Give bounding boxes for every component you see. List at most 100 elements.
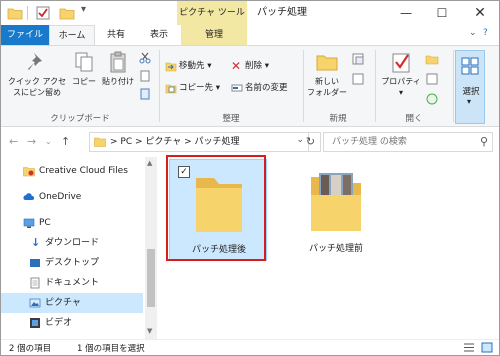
open-icon[interactable] [425, 52, 439, 66]
nav-item-label: ドキュメント [45, 278, 100, 288]
paste-button[interactable]: 貼り付け [99, 50, 137, 87]
edit-icon[interactable] [425, 72, 439, 86]
delete-button[interactable]: ✕ 削除 ▾ [231, 58, 269, 74]
details-view-icon[interactable] [463, 342, 475, 353]
nav-item-videos[interactable]: ビデオ [1, 313, 143, 333]
large-icons-view-icon[interactable] [481, 342, 493, 353]
toolbar-separator [27, 6, 28, 20]
paste-shortcut-icon[interactable] [139, 88, 151, 100]
pin-label-line2: スにピン留め [13, 88, 61, 97]
organize-group-label: 整理 [222, 114, 240, 124]
item-count: 2 個の項目 [9, 344, 52, 354]
search-icon: ⚲ [479, 135, 488, 148]
delete-label: 削除 [245, 61, 263, 71]
nav-item-label: ビデオ [45, 318, 73, 328]
properties-icon [392, 53, 410, 73]
recent-locations-icon[interactable]: ⌄ [45, 137, 52, 146]
folder-icon[interactable] [7, 5, 23, 21]
new-group-label: 新規 [329, 114, 347, 124]
copy-button[interactable]: コピー [69, 50, 99, 87]
move-to-button[interactable]: 移動先 ▾ [165, 58, 211, 74]
copy-to-button[interactable]: コピー先 ▾ [165, 80, 220, 96]
picture-tools-context-tab: ピクチャ ツール [177, 1, 247, 25]
download-arrow-icon: ↓ [31, 236, 41, 249]
tab-manage[interactable]: 管理 [181, 25, 247, 45]
pictures-icon [29, 298, 41, 308]
minimize-button[interactable]: — [389, 1, 423, 25]
breadcrumb[interactable]: > PC > ピクチャ > パッチ処理 [110, 133, 240, 151]
scroll-up-icon[interactable]: ▲ [147, 159, 152, 167]
rename-icon [231, 84, 243, 91]
clipboard-group-label: クリップボード [50, 114, 110, 124]
desktop-icon [30, 259, 40, 267]
help-icon[interactable]: ? [483, 28, 488, 38]
search-input[interactable] [324, 133, 464, 151]
new-folder-quick-icon[interactable] [59, 5, 75, 21]
rename-label: 名前の変更 [245, 83, 288, 93]
copy-icon [75, 52, 93, 72]
file-name: パッチ処理前 [308, 244, 363, 254]
history-icon[interactable] [425, 92, 439, 106]
nav-item-pictures[interactable]: ピクチャ [1, 293, 143, 313]
new-folder-line1: 新しい [315, 77, 339, 86]
nav-item-label: OneDrive [39, 192, 82, 202]
new-folder-button[interactable]: 新しい フォルダー [307, 50, 347, 98]
status-bar: 2 個の項目 1 個の項目を選択 [1, 339, 499, 355]
forward-arrow-icon[interactable]: → [27, 135, 36, 148]
up-arrow-icon[interactable]: ↑ [61, 135, 70, 148]
folder-item-before[interactable]: パッチ処理前 [287, 159, 385, 261]
tab-home[interactable]: ホーム [49, 25, 95, 45]
open-group-label: 開く [405, 114, 423, 124]
select-button[interactable]: 選択 ▾ [455, 50, 485, 124]
rename-button[interactable]: 名前の変更 [231, 80, 288, 96]
folder-icon [94, 137, 106, 147]
nav-item-onedrive[interactable]: OneDrive [1, 187, 143, 207]
scroll-down-icon[interactable]: ▼ [147, 327, 152, 335]
nav-item-creative-cloud[interactable]: Creative Cloud Files [1, 161, 143, 181]
select-dropdown-icon: ▾ [467, 97, 472, 106]
quick-access-dropdown-icon[interactable]: ▾ [81, 4, 91, 20]
search-box[interactable]: ⚲ [323, 132, 493, 152]
nav-item-label: Creative Cloud Files [39, 166, 128, 176]
copy-label: コピー [72, 77, 96, 86]
ribbon-collapse-icon[interactable]: ⌄ [469, 28, 477, 38]
ribbon-tabs: ファイル ホーム 共有 表示 管理 ⌄ ? [1, 25, 499, 45]
scrollbar-thumb[interactable] [147, 249, 155, 307]
new-item-icon[interactable] [351, 52, 365, 66]
tab-file[interactable]: ファイル [1, 25, 49, 45]
maximize-button[interactable]: ☐ [425, 1, 459, 25]
pin-quick-access-button[interactable]: クイック アクセ スにピン留め [5, 50, 69, 98]
group-separator [375, 50, 376, 122]
nav-item-downloads[interactable]: ↓ ダウンロード [1, 233, 143, 253]
selected-count: 1 個の項目を選択 [77, 344, 145, 354]
cloud-icon [23, 193, 35, 200]
close-button[interactable]: ✕ [463, 1, 497, 25]
back-arrow-icon[interactable]: ← [9, 135, 18, 148]
nav-item-label: PC [39, 218, 51, 228]
group-separator [453, 50, 454, 122]
refresh-icon: ↻ [305, 135, 316, 148]
highlight-annotation [166, 155, 266, 261]
nav-item-desktop[interactable]: デスクトップ [1, 253, 143, 273]
cut-icon[interactable] [139, 52, 151, 64]
video-icon [30, 318, 40, 328]
address-bar[interactable]: > PC > ピクチャ > パッチ処理 ⌄ [89, 132, 309, 152]
copy-path-icon[interactable] [139, 70, 151, 82]
tab-share[interactable]: 共有 [97, 25, 135, 45]
copy-to-label: コピー先 [179, 83, 214, 93]
copy-to-icon [165, 84, 177, 93]
nav-item-pc[interactable]: PC [1, 213, 143, 233]
properties-button[interactable]: プロパティ ▾ [379, 50, 423, 98]
properties-label: プロパティ [381, 77, 421, 86]
nav-item-documents[interactable]: ドキュメント [1, 273, 143, 293]
refresh-button[interactable]: ↻ [301, 132, 321, 152]
properties-check-icon[interactable] [35, 5, 51, 21]
new-folder-icon [316, 55, 338, 71]
title-bar: ▾ ピクチャ ツール パッチ処理 — ☐ ✕ [1, 1, 499, 25]
tab-view[interactable]: 表示 [139, 25, 179, 45]
select-label: 選択 [462, 87, 480, 97]
nav-pane-scrollbar[interactable]: ▲ ▼ [145, 157, 157, 339]
navigation-bar: ← → ⌄ ↑ > PC > ピクチャ > パッチ処理 ⌄ ↻ ⚲ [1, 127, 499, 157]
folder-with-photo-icon [311, 173, 361, 231]
easy-access-icon[interactable] [351, 72, 365, 86]
